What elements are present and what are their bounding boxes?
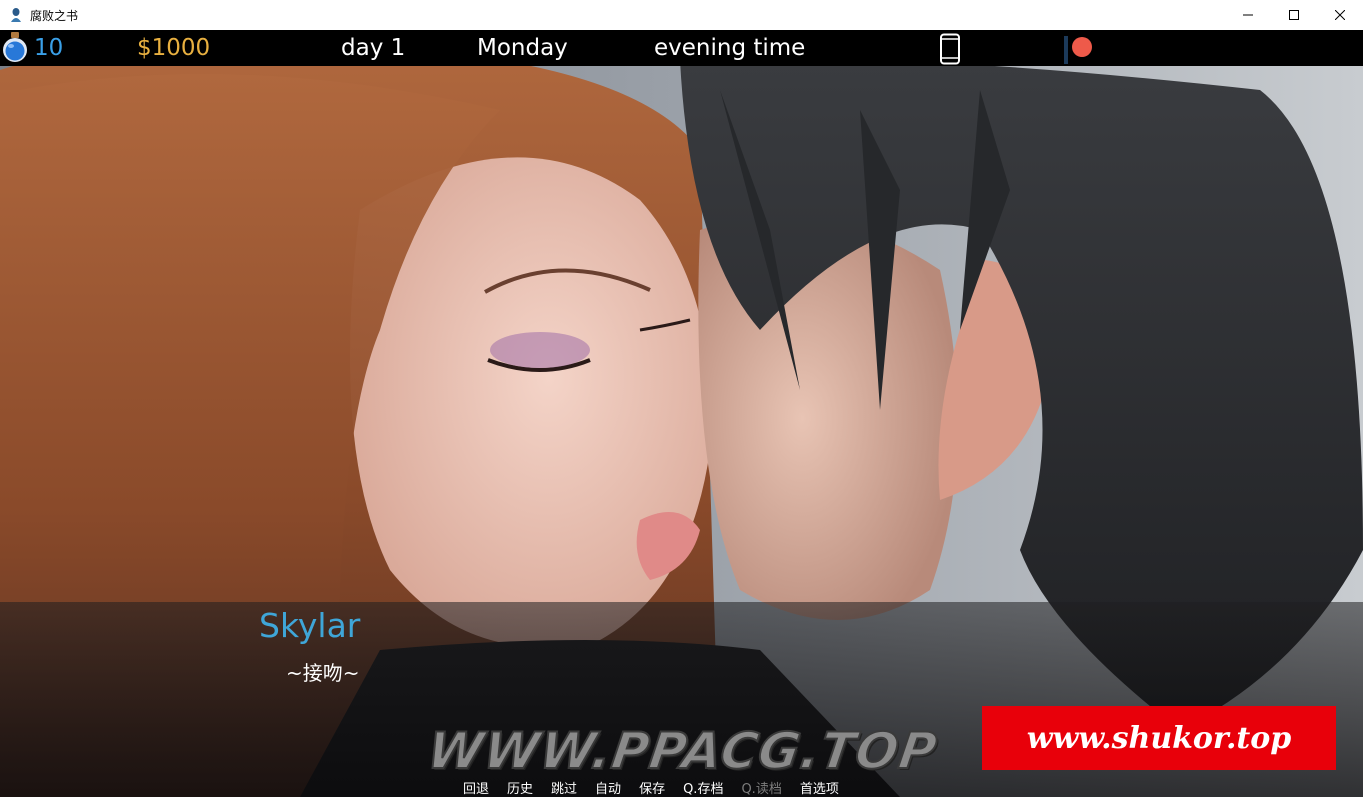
energy-value: 10 [34,35,64,61]
game-viewport[interactable]: 10 $1000 day 1 Monday evening time Skyla… [0,30,1363,797]
close-icon [1335,10,1345,20]
watermark-shukor-text: www.shukor.top [1026,720,1292,756]
quick-menu-skip[interactable]: 跳过 [551,778,577,797]
notification-bar [1064,36,1068,64]
quick-menu-auto[interactable]: 自动 [595,778,621,797]
minimize-icon [1243,14,1253,16]
quick-menu-quick-save[interactable]: Q.存档 [683,778,723,797]
potion-icon[interactable] [0,31,30,63]
dialogue-text: ~接吻~ [286,661,360,685]
quick-menu-history[interactable]: 历史 [507,778,533,797]
status-hud: 10 $1000 day 1 Monday evening time [0,30,1363,66]
day-counter: day 1 [341,35,406,61]
notification-dot-icon[interactable] [1072,37,1092,57]
window-title: 腐败之书 [30,8,79,23]
speaker-name: Skylar [259,606,361,645]
watermark-ppacg: WWW.PPACG.TOP [423,721,942,781]
app-icon [8,7,24,23]
close-button[interactable] [1317,0,1363,30]
time-of-day-label: evening time [654,35,806,61]
phone-icon[interactable] [938,33,962,65]
quick-menu-save[interactable]: 保存 [639,778,665,797]
maximize-button[interactable] [1271,0,1317,30]
quick-menu: 回退 历史 跳过 自动 保存 Q.存档 Q.读档 首选项 [463,778,857,797]
quick-menu-quick-load: Q.读档 [741,782,782,797]
watermark-shukor: www.shukor.top [982,706,1336,770]
quick-menu-rollback[interactable]: 回退 [463,778,489,797]
quick-menu-preferences[interactable]: 首选项 [800,778,839,797]
minimize-button[interactable] [1225,0,1271,30]
window-titlebar: 腐败之书 [0,0,1363,30]
maximize-icon [1289,10,1299,20]
weekday-label: Monday [477,35,568,61]
money-value: $1000 [137,35,211,61]
